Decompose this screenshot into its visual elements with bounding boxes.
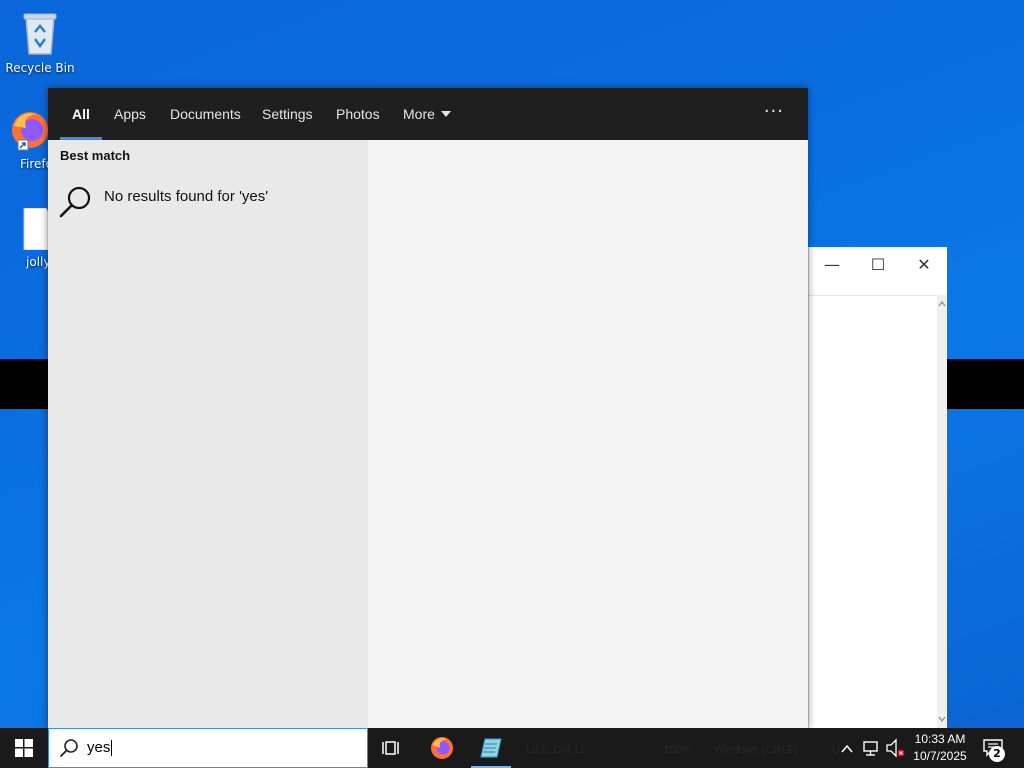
- minimize-icon[interactable]: —: [817, 253, 847, 277]
- taskbar-notepad[interactable]: [467, 728, 515, 768]
- window-titlebar[interactable]: — ☐ ✕: [809, 247, 947, 295]
- tab-photos[interactable]: Photos: [336, 88, 380, 140]
- recycle-bin-icon: [23, 13, 57, 55]
- ghost-status-encoding: UTF-8: [832, 744, 840, 756]
- desktop-icon-label: Recycle Bin: [5, 61, 75, 75]
- tab-more[interactable]: More: [403, 88, 451, 140]
- ghost-status-zoom: 100%: [663, 744, 692, 756]
- ghost-status-position: Ln 2, Col 12: [526, 744, 586, 756]
- task-view-button[interactable]: [368, 728, 416, 768]
- no-results-text: No results found for 'yes': [104, 188, 269, 205]
- more-options-button[interactable]: ···: [764, 88, 784, 140]
- close-icon[interactable]: ✕: [909, 253, 939, 277]
- results-pane: Best match No results found for 'yes': [48, 140, 368, 728]
- search-icon: [60, 739, 78, 757]
- scroll-up-icon[interactable]: [937, 299, 947, 309]
- search-icon: [59, 186, 91, 218]
- firefox-icon: [12, 112, 48, 151]
- desktop-icon-firefox[interactable]: Firefox: [0, 108, 50, 171]
- desktop-icon-recycle-bin[interactable]: Recycle Bin: [2, 8, 78, 75]
- tab-apps[interactable]: Apps: [114, 88, 146, 140]
- desktop-icon-jolly[interactable]: jolly: [0, 208, 50, 269]
- text-editor-area[interactable]: [809, 295, 937, 728]
- windows-logo-icon: [15, 739, 33, 757]
- clock-time: 10:33 AM: [914, 732, 966, 746]
- maximize-icon[interactable]: ☐: [863, 253, 893, 277]
- start-button[interactable]: [0, 728, 48, 768]
- search-flyout: All Apps Documents Settings Photos More …: [48, 88, 808, 728]
- volume-muted-icon[interactable]: [885, 728, 905, 768]
- preview-pane: [368, 140, 808, 728]
- network-icon[interactable]: [862, 728, 880, 768]
- tab-documents[interactable]: Documents: [170, 88, 241, 140]
- tab-more-label: More: [403, 106, 435, 122]
- tab-settings[interactable]: Settings: [262, 88, 313, 140]
- search-tab-bar: All Apps Documents Settings Photos More …: [48, 88, 808, 140]
- text-file-icon: [23, 208, 49, 251]
- scroll-down-icon[interactable]: [937, 714, 947, 724]
- tab-all[interactable]: All: [60, 88, 102, 140]
- task-view-icon: [382, 741, 399, 755]
- desktop-icon-label: jolly: [26, 255, 50, 269]
- section-title: Best match: [60, 148, 131, 163]
- system-clock[interactable]: 10:33 AM 10/7/2025: [906, 731, 974, 765]
- taskbar-firefox[interactable]: [418, 728, 466, 768]
- chevron-up-icon[interactable]: [840, 728, 854, 768]
- taskbar: yes Ln 2, Col 12 100% Windows (CRLF) UTF…: [0, 728, 1024, 768]
- text-cursor: [111, 740, 113, 757]
- ghost-status-line-endings: Windows (CRLF): [714, 744, 798, 756]
- no-results-item: No results found for 'yes': [58, 180, 358, 230]
- chevron-down-icon: [440, 111, 451, 118]
- notification-count-badge: 2: [989, 746, 1005, 762]
- vertical-scrollbar[interactable]: [937, 295, 947, 728]
- taskbar-search-box[interactable]: yes: [48, 728, 368, 768]
- desktop-icon-label: Firefox: [20, 157, 50, 171]
- search-query: yes: [87, 739, 111, 756]
- clock-date: 10/7/2025: [913, 749, 967, 763]
- firefox-icon: [431, 737, 453, 759]
- search-input[interactable]: yes: [87, 739, 113, 757]
- background-window[interactable]: — ☐ ✕: [808, 247, 947, 728]
- notepad-icon: [480, 738, 502, 758]
